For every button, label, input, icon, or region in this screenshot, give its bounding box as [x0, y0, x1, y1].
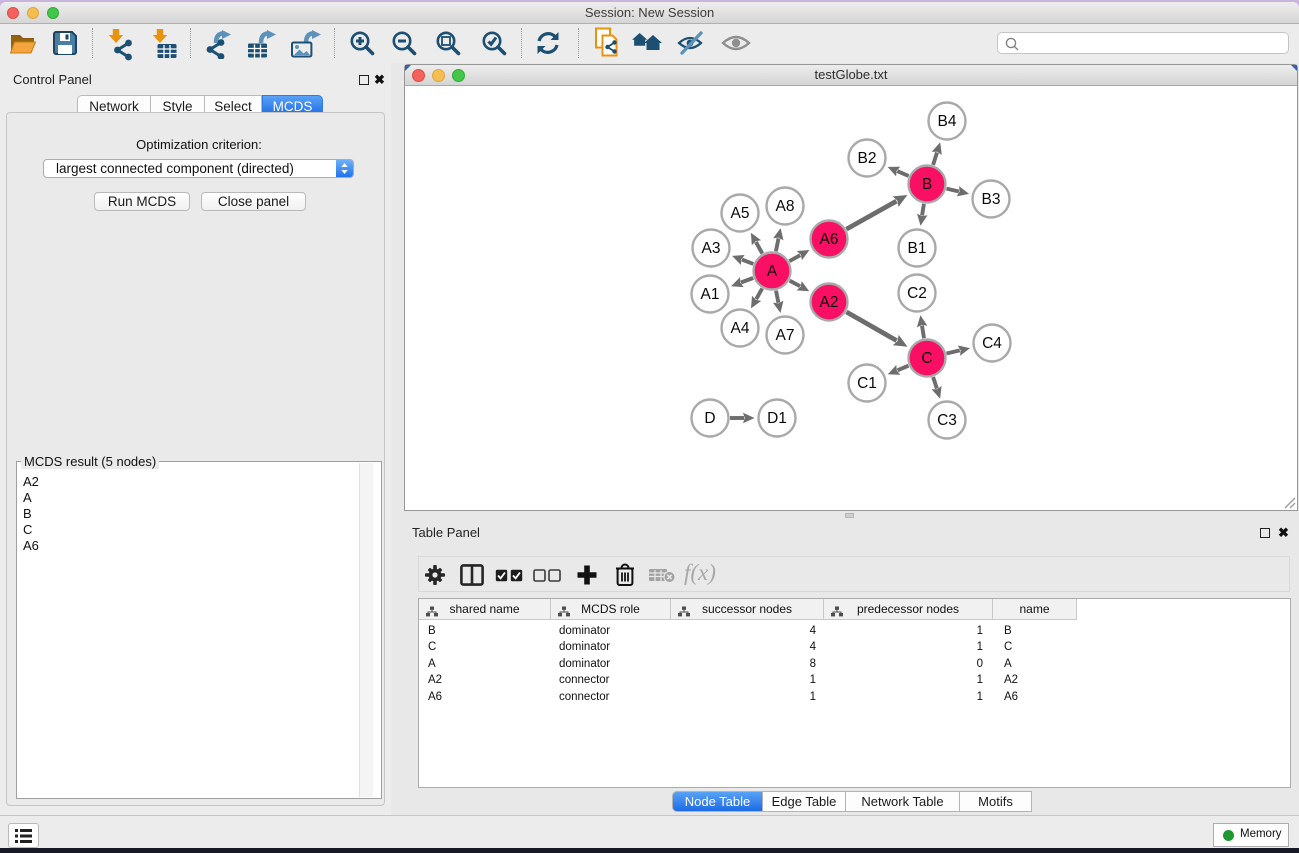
svg-text:B3: B3 [982, 191, 1001, 208]
svg-text:C1: C1 [857, 375, 877, 392]
svg-text:A4: A4 [731, 320, 750, 337]
svg-text:A2: A2 [820, 294, 839, 311]
svg-text:A5: A5 [731, 205, 750, 222]
svg-text:D: D [704, 410, 715, 427]
svg-text:B4: B4 [938, 113, 957, 130]
svg-text:B2: B2 [858, 150, 877, 167]
svg-text:A6: A6 [820, 231, 839, 248]
svg-text:A3: A3 [702, 240, 721, 257]
svg-text:C3: C3 [937, 412, 957, 429]
svg-text:B1: B1 [908, 240, 927, 257]
svg-text:A: A [767, 263, 778, 280]
svg-text:C2: C2 [907, 285, 927, 302]
svg-text:A7: A7 [776, 327, 795, 344]
svg-text:C: C [921, 350, 932, 367]
svg-text:D1: D1 [767, 410, 787, 427]
svg-text:C4: C4 [982, 335, 1002, 352]
svg-text:A1: A1 [701, 286, 720, 303]
svg-text:B: B [922, 176, 932, 193]
svg-text:A8: A8 [776, 198, 795, 215]
